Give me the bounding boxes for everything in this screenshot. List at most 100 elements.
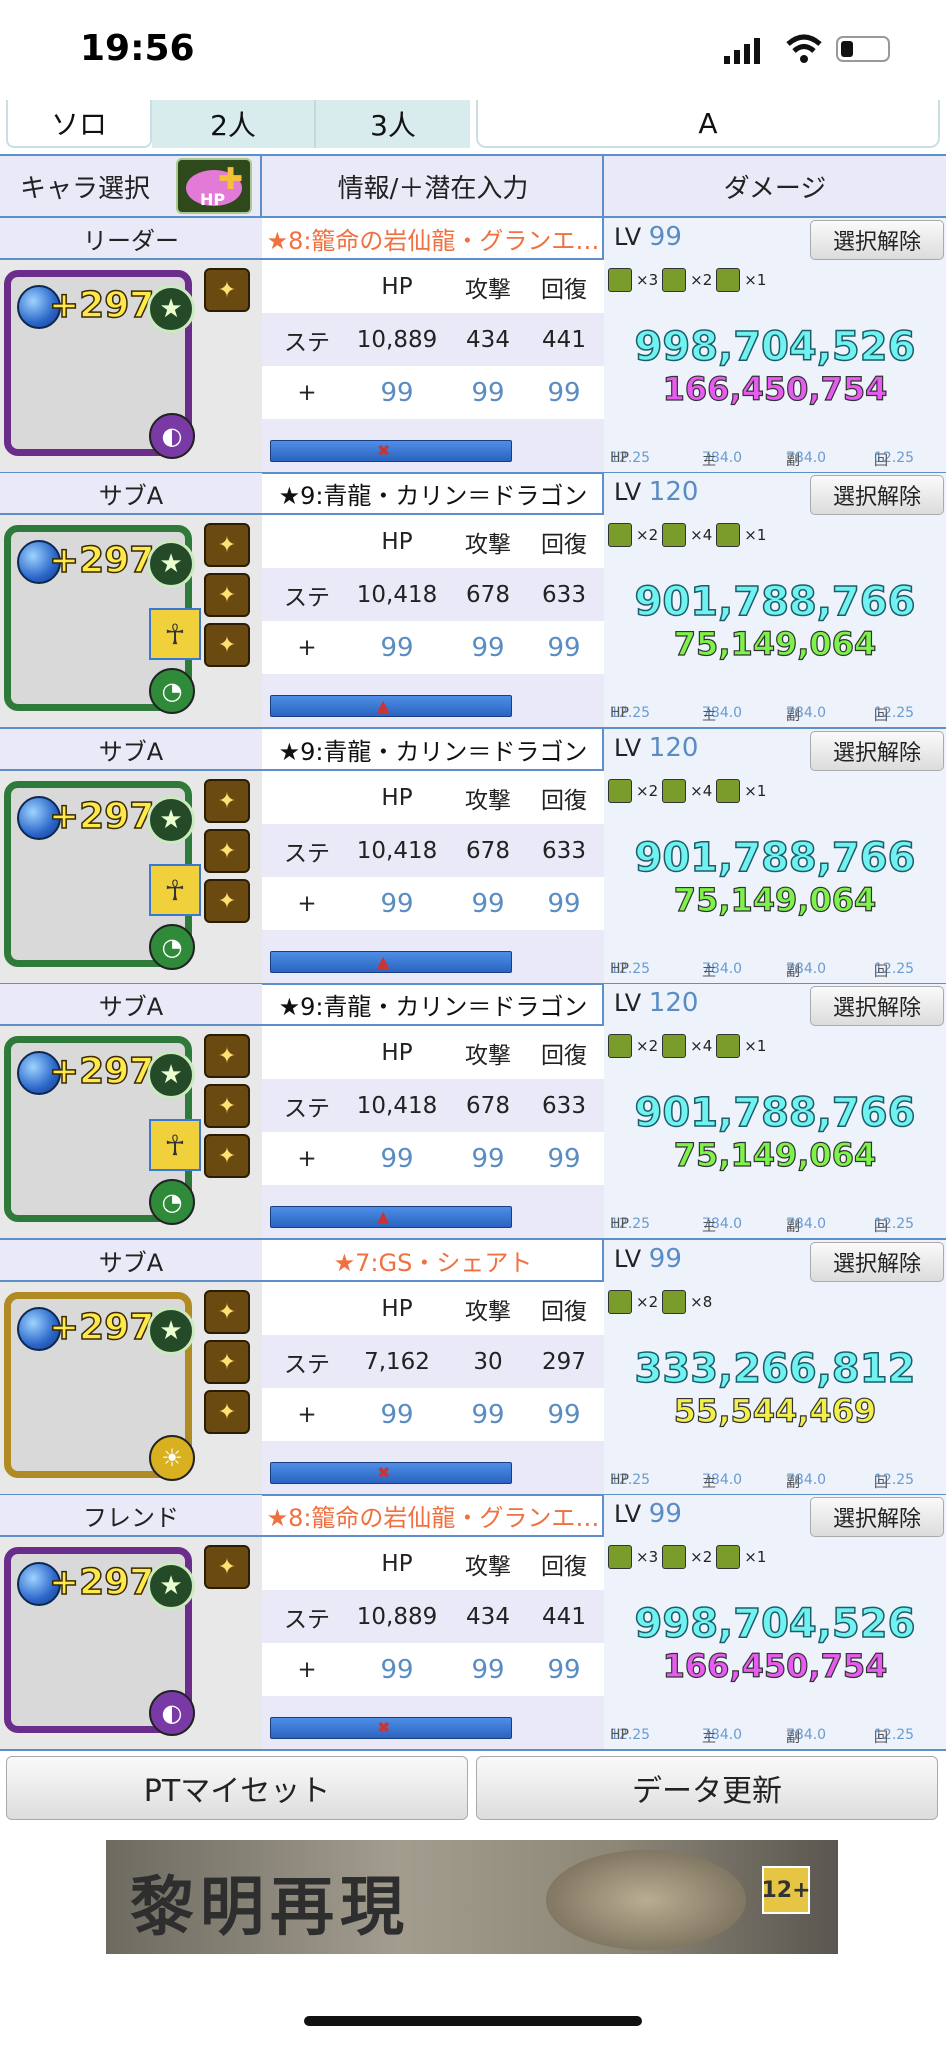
character-portrait[interactable]: +297 ★ ☀ bbox=[4, 1292, 195, 1481]
atk-col-label: 攻撃 bbox=[465, 531, 511, 558]
tab-two-players[interactable]: 2人 bbox=[152, 100, 314, 148]
character-name[interactable]: ★9:青龍・カリン＝ドラゴン bbox=[262, 473, 604, 515]
battery-icon bbox=[836, 36, 890, 62]
plus-stat-row: + 99 99 99 bbox=[262, 621, 604, 674]
character-portrait[interactable]: +297 ★ ☥ ◔ bbox=[4, 525, 201, 714]
character-name[interactable]: ★9:青龍・カリン＝ドラゴン bbox=[262, 984, 604, 1026]
rcv-plus-input[interactable]: 99 bbox=[524, 378, 604, 408]
deselect-button[interactable]: 選択解除 bbox=[810, 1497, 944, 1537]
level-value[interactable]: 120 bbox=[649, 733, 699, 763]
character-slot[interactable]: +297 ★ ☥ ◔ ✦ ✦ ✦ bbox=[0, 515, 262, 729]
hp-plus-input[interactable]: 99 bbox=[342, 1655, 452, 1685]
hp-value: 7,162 bbox=[364, 1348, 430, 1375]
character-name[interactable]: ★7:GS・シェアト bbox=[262, 1240, 604, 1282]
rcv-col-label: 回復 bbox=[541, 531, 587, 558]
atk-plus-input[interactable]: 99 bbox=[452, 889, 524, 919]
ad-banner[interactable]: 黎明再現 12+ bbox=[106, 1840, 838, 1954]
atk-plus-input[interactable]: 99 bbox=[452, 1400, 524, 1430]
awakening-icon: ✦ bbox=[204, 1340, 250, 1384]
latent-awakening-bar[interactable]: ▲ bbox=[270, 1206, 512, 1228]
rcv-plus-input[interactable]: 99 bbox=[524, 1400, 604, 1430]
latent-awakening-bar[interactable]: ▲ bbox=[270, 695, 512, 717]
atk-value: 434 bbox=[466, 1603, 510, 1630]
rcv-mult-label: 回 bbox=[874, 708, 888, 724]
hp-plus-button[interactable]: ✚ HP bbox=[176, 158, 252, 214]
sub-mult-label: 副 bbox=[786, 964, 800, 980]
atk-plus-input[interactable]: 99 bbox=[452, 633, 524, 663]
pt-myset-button[interactable]: PTマイセット bbox=[6, 1756, 468, 1820]
rcv-mult-label: 回 bbox=[874, 1475, 888, 1491]
hp-col-label: HP bbox=[381, 273, 413, 300]
latent-awakening-bar[interactable]: ▲ bbox=[270, 951, 512, 973]
character-portrait[interactable]: +297 ★ ◐ bbox=[4, 1547, 195, 1736]
character-portrait[interactable]: +297 ★ ☥ ◔ bbox=[4, 781, 201, 970]
character-slot[interactable]: +297 ★ ◐ ✦ bbox=[0, 1537, 262, 1751]
latent-awakening-bar[interactable]: ✖ bbox=[270, 440, 512, 462]
killer-icon bbox=[662, 1290, 687, 1314]
level-value[interactable]: 99 bbox=[649, 222, 682, 252]
level-value[interactable]: 99 bbox=[649, 1499, 682, 1529]
main-damage: 901,788,766 bbox=[634, 834, 916, 882]
stat-header-row: HP 攻撃 回復 bbox=[262, 515, 604, 568]
character-portrait[interactable]: +297 ★ ◐ bbox=[4, 270, 195, 459]
hp-plus-input[interactable]: 99 bbox=[342, 633, 452, 663]
character-name[interactable]: ★8:籠命の岩仙龍・グランエ… bbox=[262, 1495, 604, 1537]
deselect-button[interactable]: 選択解除 bbox=[810, 220, 944, 260]
character-slot[interactable]: +297 ★ ☥ ◔ ✦ ✦ ✦ bbox=[0, 771, 262, 985]
character-portrait[interactable]: +297 ★ ☥ ◔ bbox=[4, 1036, 201, 1225]
star-icon: ★ bbox=[147, 796, 195, 844]
level-value[interactable]: 120 bbox=[649, 477, 699, 507]
character-slot[interactable]: +297 ★ ◐ ✦ bbox=[0, 260, 262, 474]
character-name[interactable]: ★9:青龍・カリン＝ドラゴン bbox=[262, 729, 604, 771]
atk-plus-input[interactable]: 99 bbox=[452, 378, 524, 408]
plus-row-label: + bbox=[297, 379, 317, 406]
level-label: LV 120 bbox=[614, 733, 698, 763]
killer-icon bbox=[716, 779, 741, 803]
party-row: フレンド ★8:籠命の岩仙龍・グランエ… +297 ★ ◐ ✦ HP 攻撃 回復 bbox=[0, 1495, 946, 1751]
deselect-button[interactable]: 選択解除 bbox=[810, 475, 944, 515]
tab-a[interactable]: A bbox=[476, 100, 940, 148]
base-stat-row: ステ 7,162 30 297 bbox=[262, 1335, 604, 1388]
sub-damage: 166,450,754 bbox=[662, 1646, 888, 1685]
killer-count: ×1 bbox=[744, 782, 767, 800]
hp-plus-input[interactable]: 99 bbox=[342, 1400, 452, 1430]
deselect-button[interactable]: 選択解除 bbox=[810, 731, 944, 771]
atk-plus-input[interactable]: 99 bbox=[452, 1144, 524, 1174]
data-update-button[interactable]: データ更新 bbox=[476, 1756, 938, 1820]
level-value[interactable]: 99 bbox=[649, 1244, 682, 1274]
character-slot[interactable]: +297 ★ ☀ ✦ ✦ ✦ bbox=[0, 1282, 262, 1496]
hp-plus-input[interactable]: 99 bbox=[342, 889, 452, 919]
character-slot[interactable]: +297 ★ ☥ ◔ ✦ ✦ ✦ bbox=[0, 1026, 262, 1240]
rcv-plus-input[interactable]: 99 bbox=[524, 1655, 604, 1685]
atk-col-label: 攻撃 bbox=[465, 276, 511, 303]
deselect-button[interactable]: 選択解除 bbox=[810, 1242, 944, 1282]
level-value[interactable]: 120 bbox=[649, 988, 699, 1018]
killer-count: ×2 bbox=[636, 1293, 659, 1311]
tab-three-players[interactable]: 3人 bbox=[314, 100, 470, 148]
level-label: LV 99 bbox=[614, 222, 682, 252]
level-label: LV 99 bbox=[614, 1244, 682, 1274]
stat-panel: HP 攻撃 回復 ステ 10,418 678 633 + 99 99 99 ▲ bbox=[262, 771, 604, 985]
latent-awakening-bar[interactable]: ✖ bbox=[270, 1717, 512, 1739]
tab-solo[interactable]: ソロ bbox=[6, 100, 152, 148]
rcv-plus-input[interactable]: 99 bbox=[524, 1144, 604, 1174]
row-divider bbox=[0, 1749, 946, 1751]
atk-plus-input[interactable]: 99 bbox=[452, 1655, 524, 1685]
latent-awakening-bar[interactable]: ✖ bbox=[270, 1462, 512, 1484]
sub-mult-label: 副 bbox=[786, 1219, 800, 1235]
rcv-plus-input[interactable]: 99 bbox=[524, 633, 604, 663]
char-select-label: キャラ選択 bbox=[19, 173, 150, 204]
stat-row-label: ステ bbox=[284, 1606, 330, 1633]
hp-plus-input[interactable]: 99 bbox=[342, 378, 452, 408]
damage-panel: LV 120 選択解除 ×2 ×4 ×1 901,788,766 75,149,06… bbox=[604, 984, 946, 1240]
lv-label: LV bbox=[614, 1500, 642, 1528]
killer-icon bbox=[608, 1290, 632, 1314]
hp-plus-input[interactable]: 99 bbox=[342, 1144, 452, 1174]
party-row: サブA ★9:青龍・カリン＝ドラゴン +297 ★ ☥ ◔ ✦ ✦ ✦ HP 攻撃 … bbox=[0, 984, 946, 1240]
star-icon: ★ bbox=[147, 1051, 195, 1099]
rcv-col-label: 回復 bbox=[541, 1042, 587, 1069]
rcv-plus-input[interactable]: 99 bbox=[524, 889, 604, 919]
stat-panel: HP 攻撃 回復 ステ 10,889 434 441 + 99 99 99 ✖ bbox=[262, 1537, 604, 1751]
character-name[interactable]: ★8:籠命の岩仙龍・グランエ… bbox=[262, 218, 604, 260]
deselect-button[interactable]: 選択解除 bbox=[810, 986, 944, 1026]
